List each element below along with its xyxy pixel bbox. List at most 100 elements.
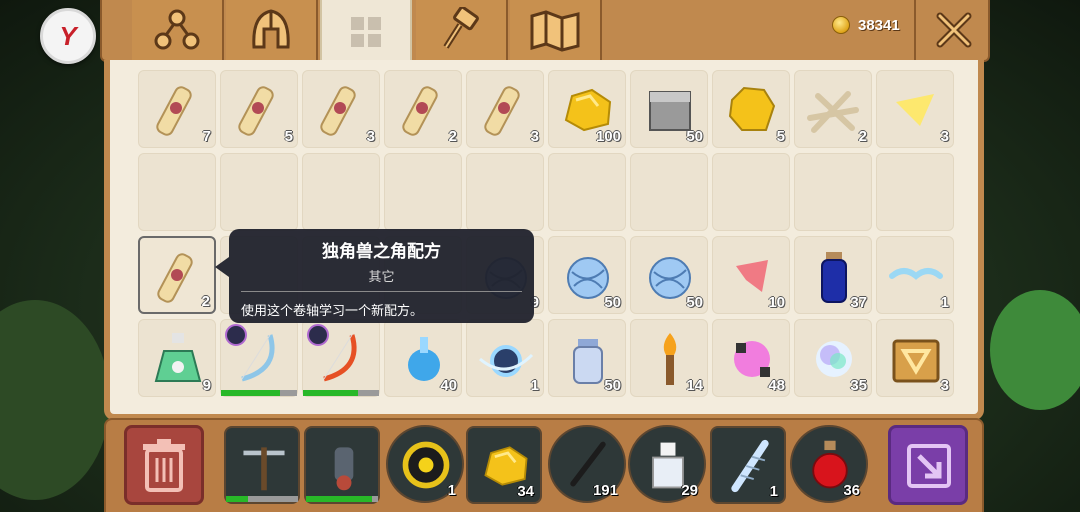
hammer-icon xyxy=(443,7,479,49)
inventory-slot-empty[interactable] xyxy=(138,153,216,231)
tab-inventory[interactable] xyxy=(320,0,412,66)
tooltip-divider xyxy=(241,291,522,292)
durability-bar xyxy=(226,496,298,502)
tab-equipment[interactable] xyxy=(226,0,318,60)
hotbar-slot-red-potion[interactable]: 36 xyxy=(790,425,868,503)
hotbar-slot-gold-ring-orb[interactable]: 1 xyxy=(386,425,464,503)
inventory-slot-jar[interactable]: 50 xyxy=(548,319,626,397)
item-count: 2 xyxy=(858,128,867,145)
inventory-slot-pink-crystal[interactable]: 48 xyxy=(712,319,790,397)
item-count: 37 xyxy=(850,294,867,311)
inventory-slot-scroll[interactable]: 3 xyxy=(302,70,380,148)
inventory-slot-pink-cloth[interactable]: 10 xyxy=(712,236,790,314)
top-tab-bar: 38341 xyxy=(100,0,992,66)
scroll-icon xyxy=(157,253,193,303)
inventory-slot-yarn[interactable]: 50 xyxy=(548,236,626,314)
scroll-icon xyxy=(320,86,356,136)
inventory-slot-lightning-bow[interactable] xyxy=(220,319,298,397)
inventory-slot-scroll[interactable]: 2 xyxy=(138,236,216,314)
inventory-slot-blue-bomb[interactable]: 40 xyxy=(384,319,462,397)
item-count: 50 xyxy=(686,294,703,311)
tab-crafting[interactable] xyxy=(416,0,508,60)
inventory-slot-scroll[interactable]: 5 xyxy=(220,70,298,148)
inventory-slot-yarn[interactable]: 50 xyxy=(630,236,708,314)
item-count: 7 xyxy=(202,128,211,145)
inventory-slot-empty[interactable] xyxy=(712,153,790,231)
tab-map[interactable] xyxy=(510,0,602,60)
coin-counter: 38341 xyxy=(832,16,900,34)
item-count: 50 xyxy=(604,377,621,394)
item-count: 1 xyxy=(447,482,456,499)
trash-icon xyxy=(143,439,185,492)
hotbar-slot-stick[interactable]: 191 xyxy=(548,425,626,503)
item-count: 5 xyxy=(284,128,293,145)
inventory-slot-empty[interactable] xyxy=(794,153,872,231)
item-tooltip: 独角兽之角配方 其它 使用这个卷轴学习一个新配方。 xyxy=(215,229,534,323)
swap-arrow-icon xyxy=(907,444,951,488)
scroll-icon xyxy=(238,86,274,136)
item-count: 40 xyxy=(440,377,457,394)
inventory-slot-blue-vial[interactable]: 37 xyxy=(794,236,872,314)
crossbow-icon xyxy=(243,447,285,491)
inventory-slot-empty[interactable] xyxy=(466,153,544,231)
inventory-slot-bones[interactable]: 2 xyxy=(794,70,872,148)
inventory-slot-empty[interactable] xyxy=(302,153,380,231)
durability-bar xyxy=(303,390,379,396)
inventory-slot-ghost-orb[interactable]: 1 xyxy=(466,319,544,397)
gold-ring-orb-icon xyxy=(402,441,450,489)
hotbar-slot-cannon[interactable] xyxy=(304,426,380,504)
hotbar: 1 34 191 29 1 36 xyxy=(104,418,984,512)
helmet-icon xyxy=(252,9,290,49)
yellow-shard-icon xyxy=(896,94,934,126)
tooltip-description: 使用这个卷轴学习一个新配方。 xyxy=(241,303,424,318)
inventory-slot-scroll[interactable]: 7 xyxy=(138,70,216,148)
background-bush-left xyxy=(0,300,110,500)
wing-icon xyxy=(889,268,943,280)
item-count: 34 xyxy=(517,483,534,500)
hotbar-slot-crossbow[interactable] xyxy=(224,426,300,504)
hotbar-slot-fish-bone[interactable]: 1 xyxy=(710,426,786,504)
item-count: 36 xyxy=(843,482,860,499)
inventory-slot-wing[interactable]: 1 xyxy=(876,236,954,314)
inventory-slot-gold-ore[interactable]: 100 xyxy=(548,70,626,148)
inventory-slot-stone-block[interactable]: 50 xyxy=(630,70,708,148)
item-count: 50 xyxy=(686,128,703,145)
inventory-slot-rainbow-orb[interactable]: 35 xyxy=(794,319,872,397)
green-potion-icon xyxy=(154,333,202,382)
inventory-slot-scroll[interactable]: 2 xyxy=(384,70,462,148)
app-logo[interactable]: Y xyxy=(40,8,96,64)
hotbar-slot-gold-ore[interactable]: 34 xyxy=(466,426,542,504)
item-count: 50 xyxy=(604,294,621,311)
tab-skills[interactable] xyxy=(132,0,224,60)
item-count: 191 xyxy=(592,482,618,499)
hotbar-slot-white-bottle[interactable]: 29 xyxy=(628,425,706,503)
rune-box-icon xyxy=(892,339,940,383)
inventory-slot-yellow-chunk[interactable]: 5 xyxy=(712,70,790,148)
tooltip-title: 独角兽之角配方 xyxy=(322,242,441,261)
close-button[interactable] xyxy=(914,0,992,60)
inventory-slot-empty[interactable] xyxy=(630,153,708,231)
durability-bar xyxy=(306,496,378,502)
trash-button[interactable] xyxy=(124,425,204,505)
element-badge-icon xyxy=(225,324,247,346)
scroll-icon xyxy=(402,86,438,136)
swap-button[interactable] xyxy=(888,425,968,505)
skill-tree-icon xyxy=(154,9,200,50)
item-count: 3 xyxy=(530,128,539,145)
inventory-slot-empty[interactable] xyxy=(384,153,462,231)
inventory-slot-empty[interactable] xyxy=(220,153,298,231)
scroll-icon xyxy=(484,86,520,136)
tooltip-category: 其它 xyxy=(368,269,395,284)
inventory-slot-torch[interactable]: 14 xyxy=(630,319,708,397)
item-count: 3 xyxy=(366,128,375,145)
inventory-slot-yellow-shard[interactable]: 3 xyxy=(876,70,954,148)
background-bush-right xyxy=(990,290,1080,410)
inventory-slot-green-potion[interactable]: 9 xyxy=(138,319,216,397)
inventory-slot-fire-bow[interactable] xyxy=(302,319,380,397)
inventory-slot-scroll[interactable]: 3 xyxy=(466,70,544,148)
item-count: 100 xyxy=(595,128,621,145)
inventory-slot-rune-box[interactable]: 3 xyxy=(876,319,954,397)
inventory-slot-empty[interactable] xyxy=(876,153,954,231)
inventory-slot-empty[interactable] xyxy=(548,153,626,231)
durability-bar xyxy=(221,390,297,396)
